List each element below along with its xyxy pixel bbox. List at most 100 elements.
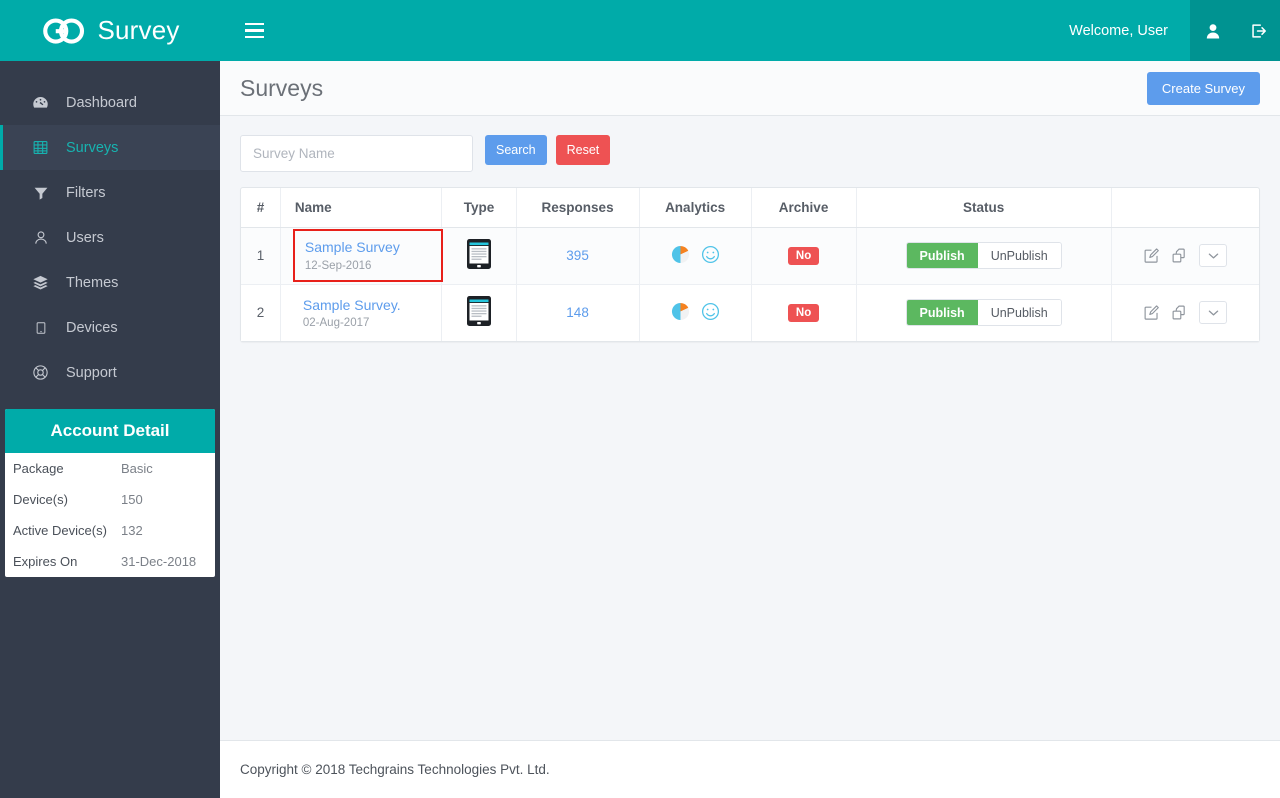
chevron-down-icon[interactable] — [1199, 244, 1228, 267]
column-header-name: Name — [280, 188, 443, 228]
search-input[interactable] — [240, 135, 473, 172]
sidebar-item-label: Support — [66, 364, 117, 381]
sidebar-item-themes[interactable]: Themes — [0, 260, 220, 305]
sidebar-item-label: Devices — [66, 319, 118, 336]
row-name-box: Sample Survey. 02-Aug-2017 — [295, 291, 409, 336]
survey-name-link[interactable]: Sample Survey — [305, 239, 431, 257]
sidebar-item-devices[interactable]: Devices — [0, 305, 220, 350]
surveys-table: # Name Type Responses Analytics Archive … — [241, 188, 1259, 341]
row-responses-cell: 395 — [516, 227, 640, 285]
account-detail-key: Device(s) — [13, 492, 68, 507]
row-status-cell: Publish UnPublish — [856, 284, 1112, 341]
life-ring-icon — [31, 364, 50, 381]
analytics-icon-group — [640, 302, 751, 324]
column-header-actions — [1111, 188, 1259, 228]
publish-button[interactable]: Publish — [906, 243, 978, 268]
publish-button[interactable]: Publish — [906, 300, 978, 326]
logout-icon[interactable] — [1235, 0, 1280, 61]
sidebar-item-label: Dashboard — [66, 94, 137, 111]
pie-chart-icon[interactable] — [671, 302, 690, 324]
main-content: Surveys Create Survey Search Reset # Nam… — [220, 61, 1280, 798]
sidebar-item-label: Filters — [66, 184, 106, 201]
column-header-type: Type — [441, 188, 517, 228]
smiley-icon[interactable] — [701, 302, 720, 324]
survey-name-link[interactable]: Sample Survey. — [303, 297, 401, 315]
account-detail-card: Account Detail Package Basic Device(s) 1… — [5, 409, 215, 577]
column-header-analytics: Analytics — [639, 188, 752, 228]
search-button[interactable]: Search — [485, 135, 547, 165]
copy-icon[interactable] — [1171, 247, 1188, 264]
row-analytics-cell — [639, 284, 752, 341]
welcome-label: Welcome, User — [1069, 22, 1168, 39]
sidebar-item-label: Surveys — [66, 139, 119, 156]
row-index: 1 — [241, 227, 281, 285]
row-type-cell — [441, 227, 517, 285]
table-head: # Name Type Responses Analytics Archive … — [241, 188, 1259, 228]
edit-icon[interactable] — [1143, 304, 1160, 321]
layers-icon — [31, 274, 50, 291]
create-survey-button[interactable]: Create Survey — [1146, 71, 1260, 105]
account-detail-row: Active Device(s) 132 — [5, 515, 215, 546]
row-name-cell: Sample Survey. 02-Aug-2017 — [280, 284, 443, 341]
tablet-icon — [31, 321, 50, 335]
topbar-icon-group — [1190, 0, 1280, 61]
sidebar-item-label: Themes — [66, 274, 119, 291]
pie-chart-icon[interactable] — [671, 245, 690, 267]
sidebar-item-filters[interactable]: Filters — [0, 170, 220, 215]
brand-title: Survey — [97, 15, 180, 45]
account-detail-value: 150 — [121, 492, 143, 507]
sidebar-item-dashboard[interactable]: Dashboard — [0, 80, 220, 125]
reset-button[interactable]: Reset — [555, 135, 611, 165]
unpublish-button[interactable]: UnPublish — [977, 300, 1061, 326]
row-index: 2 — [241, 284, 281, 341]
sidebar: Dashboard Surveys Filters Users Themes D… — [0, 61, 220, 798]
column-header-index: # — [241, 188, 281, 228]
hamburger-icon[interactable] — [233, 0, 275, 61]
row-archive-cell: No — [751, 284, 857, 341]
edit-icon[interactable] — [1143, 247, 1160, 264]
table-row: 2 Sample Survey. 02-Aug-2017 148 No Publ… — [241, 284, 1259, 341]
row-archive-cell: No — [751, 227, 857, 285]
row-name-cell: Sample Survey 12-Sep-2016 — [280, 227, 444, 285]
account-detail-title: Account Detail — [5, 409, 215, 453]
table-row: 1 Sample Survey 12-Sep-2016 395 No Publi… — [241, 227, 1259, 285]
responses-link[interactable]: 148 — [566, 305, 589, 320]
row-responses-cell: 148 — [516, 284, 640, 341]
brand-logo-area[interactable]: Survey — [0, 0, 220, 61]
responses-link[interactable]: 395 — [566, 248, 589, 263]
analytics-icon-group — [640, 245, 751, 267]
copy-icon[interactable] — [1171, 304, 1188, 321]
account-detail-key: Package — [13, 461, 64, 476]
copyright-text: Copyright © 2018 Techgrains Technologies… — [240, 762, 550, 777]
survey-date: 02-Aug-2017 — [302, 317, 370, 329]
user-icon — [31, 230, 50, 246]
chevron-down-icon[interactable] — [1199, 301, 1228, 325]
table-body: 1 Sample Survey 12-Sep-2016 395 No Publi… — [241, 227, 1259, 341]
account-detail-row: Expires On 31-Dec-2018 — [5, 546, 215, 577]
user-icon[interactable] — [1190, 0, 1235, 61]
unpublish-button[interactable]: UnPublish — [977, 243, 1061, 268]
publish-toggle-group: Publish UnPublish — [905, 299, 1062, 327]
row-actions-cell — [1111, 227, 1259, 285]
book-icon — [31, 139, 50, 156]
footer: Copyright © 2018 Techgrains Technologies… — [220, 740, 1280, 798]
sidebar-item-users[interactable]: Users — [0, 215, 220, 260]
account-detail-value: 31-Dec-2018 — [121, 554, 197, 569]
row-name-highlight-box: Sample Survey 12-Sep-2016 — [292, 229, 444, 282]
row-action-group — [1112, 244, 1259, 267]
sidebar-item-support[interactable]: Support — [0, 350, 220, 395]
account-detail-row: Device(s) 150 — [5, 484, 215, 515]
column-header-responses: Responses — [516, 188, 640, 228]
row-action-group — [1112, 301, 1259, 325]
dashboard-icon — [31, 94, 50, 111]
row-type-cell — [441, 284, 517, 341]
smiley-icon[interactable] — [701, 245, 720, 267]
row-actions-cell — [1111, 284, 1259, 341]
archive-status-badge: No — [787, 303, 820, 322]
account-detail-value: 132 — [121, 523, 143, 538]
tablet-device-icon — [466, 239, 492, 273]
publish-toggle-group: Publish UnPublish — [905, 242, 1062, 269]
top-bar: Survey Welcome, User — [0, 0, 1280, 61]
sidebar-item-surveys[interactable]: Surveys — [0, 125, 220, 170]
account-detail-key: Expires On — [13, 554, 78, 569]
